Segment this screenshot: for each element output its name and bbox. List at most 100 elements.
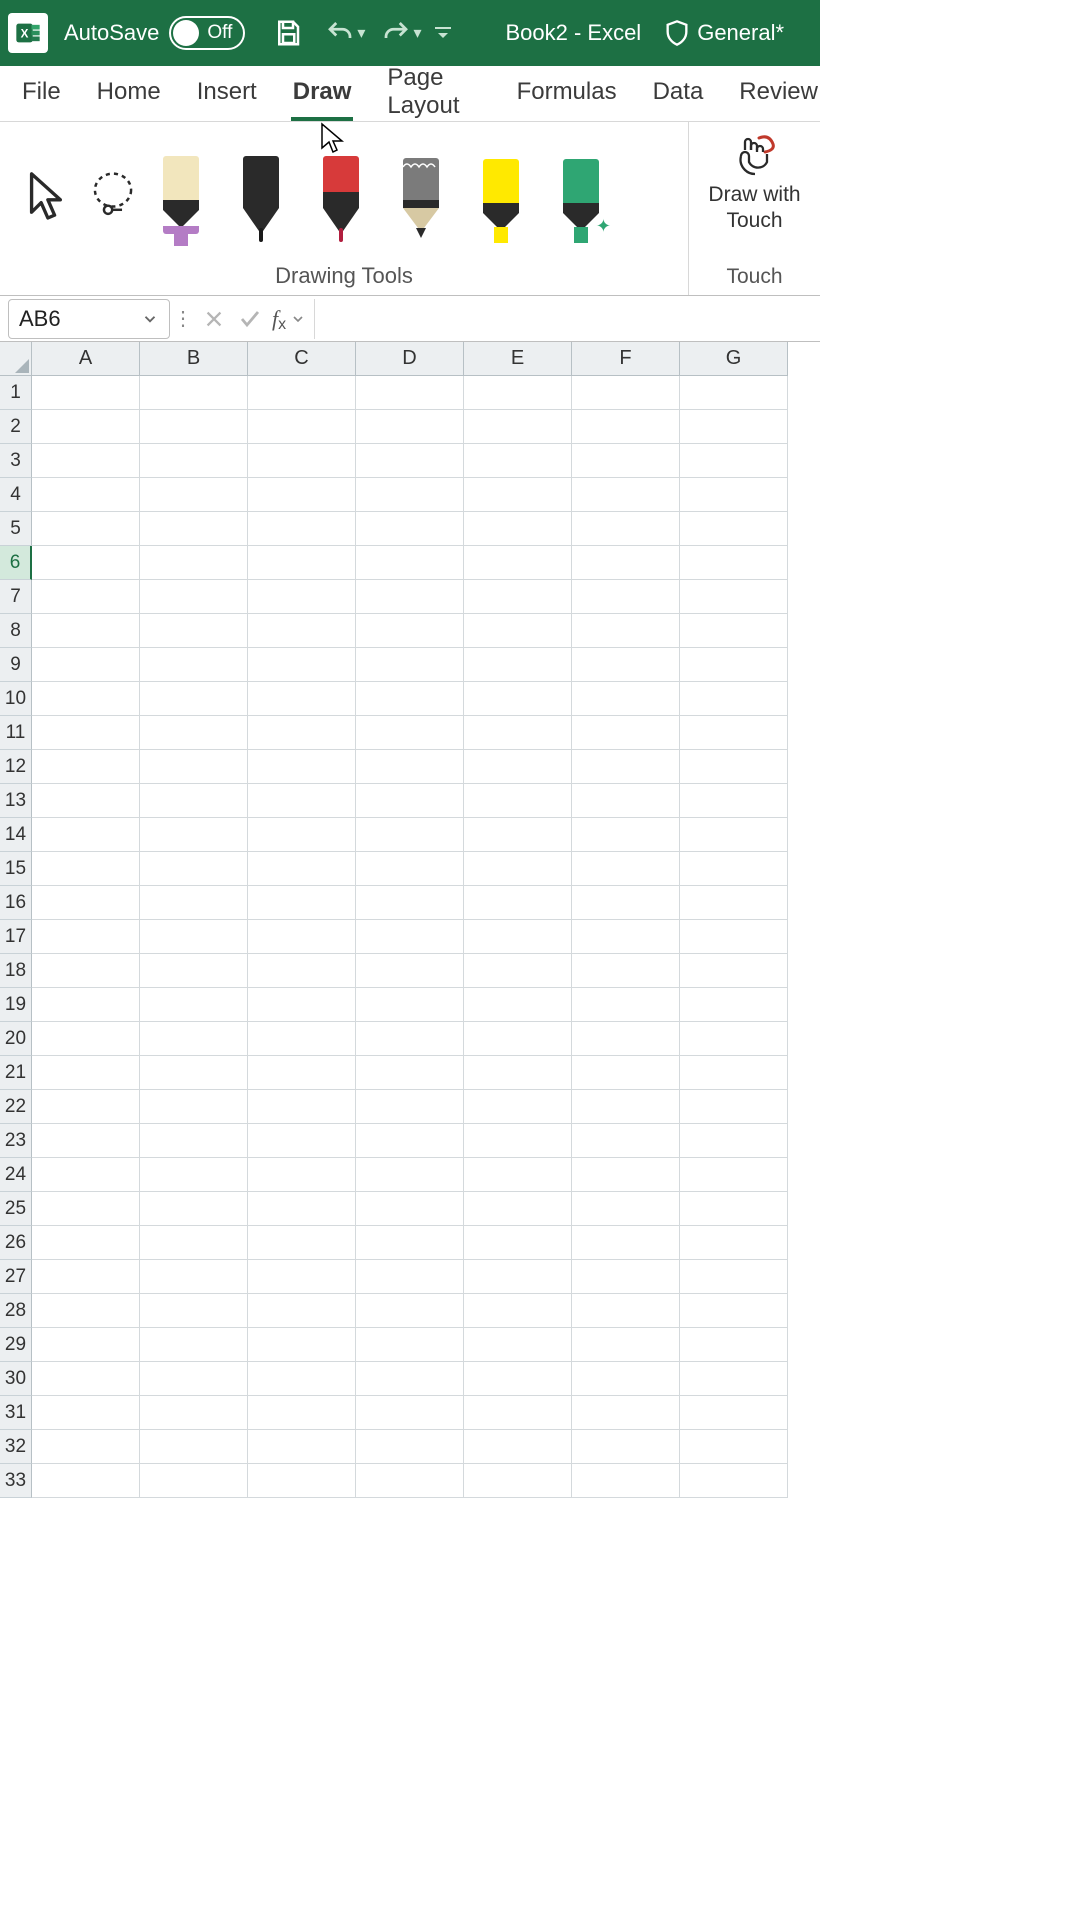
row-header-8[interactable]: 8 xyxy=(0,614,32,648)
cell[interactable] xyxy=(140,682,248,716)
cell[interactable] xyxy=(32,1260,140,1294)
cell[interactable] xyxy=(572,954,680,988)
tab-draw[interactable]: Draw xyxy=(291,66,354,121)
column-header-G[interactable]: G xyxy=(680,342,788,376)
row-header-13[interactable]: 13 xyxy=(0,784,32,818)
cell[interactable] xyxy=(140,1328,248,1362)
cell[interactable] xyxy=(572,1430,680,1464)
row-header-9[interactable]: 9 xyxy=(0,648,32,682)
cell[interactable] xyxy=(680,750,788,784)
cell[interactable] xyxy=(32,920,140,954)
cell[interactable] xyxy=(356,1226,464,1260)
cell[interactable] xyxy=(464,818,572,852)
cell[interactable] xyxy=(32,580,140,614)
cell[interactable] xyxy=(464,750,572,784)
row-header-1[interactable]: 1 xyxy=(0,376,32,410)
cell[interactable] xyxy=(464,716,572,750)
cell[interactable] xyxy=(680,784,788,818)
cell[interactable] xyxy=(248,1124,356,1158)
undo-dropdown-icon[interactable]: ▾ xyxy=(357,23,365,43)
qat-customize-icon[interactable] xyxy=(431,12,455,54)
cell[interactable] xyxy=(464,784,572,818)
cell[interactable] xyxy=(680,512,788,546)
cell[interactable] xyxy=(464,1124,572,1158)
cell[interactable] xyxy=(356,1260,464,1294)
cell[interactable] xyxy=(32,1056,140,1090)
cell[interactable] xyxy=(572,1226,680,1260)
cell[interactable] xyxy=(32,1090,140,1124)
pen-black[interactable] xyxy=(238,140,284,250)
cell[interactable] xyxy=(248,1056,356,1090)
name-box[interactable]: AB6 xyxy=(8,299,170,339)
cell[interactable] xyxy=(680,580,788,614)
row-header-27[interactable]: 27 xyxy=(0,1260,32,1294)
row-header-28[interactable]: 28 xyxy=(0,1294,32,1328)
cell[interactable] xyxy=(32,444,140,478)
tab-home[interactable]: Home xyxy=(95,66,163,121)
cell[interactable] xyxy=(140,614,248,648)
cell[interactable] xyxy=(248,750,356,784)
cell[interactable] xyxy=(356,1056,464,1090)
row-header-22[interactable]: 22 xyxy=(0,1090,32,1124)
cell[interactable] xyxy=(248,478,356,512)
column-header-B[interactable]: B xyxy=(140,342,248,376)
cell[interactable] xyxy=(140,580,248,614)
cell[interactable] xyxy=(572,1056,680,1090)
cell[interactable] xyxy=(572,1396,680,1430)
cell[interactable] xyxy=(572,682,680,716)
cell[interactable] xyxy=(32,750,140,784)
cell[interactable] xyxy=(140,546,248,580)
row-header-7[interactable]: 7 xyxy=(0,580,32,614)
tab-data[interactable]: Data xyxy=(651,66,706,121)
cell[interactable] xyxy=(572,1022,680,1056)
cell[interactable] xyxy=(248,1226,356,1260)
cell[interactable] xyxy=(140,784,248,818)
column-header-E[interactable]: E xyxy=(464,342,572,376)
cell[interactable] xyxy=(572,1158,680,1192)
cell[interactable] xyxy=(140,750,248,784)
cell[interactable] xyxy=(248,818,356,852)
cell[interactable] xyxy=(572,920,680,954)
row-header-16[interactable]: 16 xyxy=(0,886,32,920)
cell[interactable] xyxy=(32,1158,140,1192)
cell[interactable] xyxy=(464,1158,572,1192)
cell[interactable] xyxy=(140,410,248,444)
cell[interactable] xyxy=(248,1192,356,1226)
cell[interactable] xyxy=(464,512,572,546)
cell[interactable] xyxy=(680,1124,788,1158)
cell[interactable] xyxy=(464,920,572,954)
cell[interactable] xyxy=(680,1090,788,1124)
cell[interactable] xyxy=(32,376,140,410)
cell[interactable] xyxy=(680,716,788,750)
cell[interactable] xyxy=(32,1396,140,1430)
cell[interactable] xyxy=(680,1430,788,1464)
cell[interactable] xyxy=(356,1090,464,1124)
cell[interactable] xyxy=(32,410,140,444)
cell[interactable] xyxy=(464,1430,572,1464)
cell[interactable] xyxy=(572,1090,680,1124)
cell[interactable] xyxy=(680,648,788,682)
cell[interactable] xyxy=(248,682,356,716)
cell[interactable] xyxy=(32,1362,140,1396)
cell[interactable] xyxy=(356,1022,464,1056)
cell[interactable] xyxy=(356,784,464,818)
cell[interactable] xyxy=(32,716,140,750)
cell[interactable] xyxy=(680,1192,788,1226)
cell[interactable] xyxy=(140,1056,248,1090)
cell[interactable] xyxy=(32,1464,140,1498)
row-header-12[interactable]: 12 xyxy=(0,750,32,784)
cell[interactable] xyxy=(140,1124,248,1158)
highlighter-yellow[interactable] xyxy=(478,140,524,250)
cell[interactable] xyxy=(356,1430,464,1464)
cell[interactable] xyxy=(464,614,572,648)
cell[interactable] xyxy=(140,1022,248,1056)
cell[interactable] xyxy=(248,648,356,682)
cell[interactable] xyxy=(356,1328,464,1362)
cell[interactable] xyxy=(680,1022,788,1056)
fx-dropdown-icon[interactable] xyxy=(290,311,306,327)
cell[interactable] xyxy=(32,1022,140,1056)
cell[interactable] xyxy=(464,444,572,478)
cell[interactable] xyxy=(680,886,788,920)
cell[interactable] xyxy=(140,1226,248,1260)
cell[interactable] xyxy=(464,648,572,682)
